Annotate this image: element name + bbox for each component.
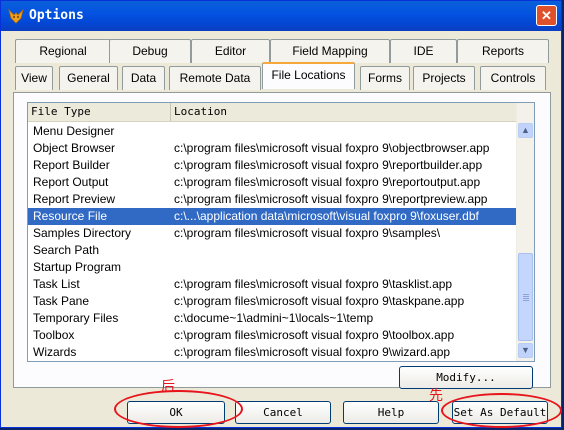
list-item[interactable]: Object Browser c:\program files\microsoft… bbox=[28, 140, 518, 157]
file-type-cell: Report Output bbox=[33, 175, 109, 189]
location-cell: c:\program files\microsoft visual foxpro… bbox=[174, 328, 455, 342]
help-button[interactable]: Help bbox=[343, 401, 439, 424]
tab-controls[interactable]: Controls bbox=[480, 66, 546, 90]
annotation-circle-set-default bbox=[441, 393, 562, 428]
title-bar[interactable]: Options ✕ bbox=[1, 1, 561, 31]
location-cell: c:\program files\microsoft visual foxpro… bbox=[174, 277, 453, 291]
list-item[interactable]: Task Pane c:\program files\microsoft visu… bbox=[28, 293, 518, 310]
column-header-location[interactable]: Location bbox=[171, 103, 518, 121]
vertical-scrollbar[interactable]: ▲ ▼ bbox=[516, 103, 534, 361]
location-cell: c:\program files\microsoft visual foxpro… bbox=[174, 294, 465, 308]
location-cell: c:\program files\microsoft visual foxpro… bbox=[174, 345, 451, 359]
list-item[interactable]: Temporary Files c:\docume~1\admini~1\loca… bbox=[28, 310, 518, 327]
file-type-cell: Task List bbox=[33, 277, 80, 291]
cancel-button[interactable]: Cancel bbox=[235, 401, 331, 424]
file-type-cell: Temporary Files bbox=[33, 311, 119, 325]
list-item[interactable]: Samples Directory c:\program files\micros… bbox=[28, 225, 518, 242]
list-item[interactable]: Search Path bbox=[28, 242, 518, 259]
annotation-text-first: 先 bbox=[429, 388, 443, 404]
location-cell: c:\program files\microsoft visual foxpro… bbox=[174, 158, 483, 172]
list-item[interactable]: Task List c:\program files\microsoft visu… bbox=[28, 276, 518, 293]
tab-ide[interactable]: IDE bbox=[390, 39, 457, 63]
column-header-file-type[interactable]: File Type bbox=[28, 103, 171, 121]
file-type-cell: Wizards bbox=[33, 345, 77, 359]
foxpro-fox-icon bbox=[8, 8, 24, 24]
tab-data[interactable]: Data bbox=[122, 66, 165, 90]
list-item[interactable]: Startup Program bbox=[28, 259, 518, 276]
close-button[interactable]: ✕ bbox=[536, 5, 557, 26]
file-type-cell: Task Pane bbox=[33, 294, 90, 308]
location-cell: c:\...\application data\microsoft\visual… bbox=[174, 209, 479, 223]
tab-projects[interactable]: Projects bbox=[413, 66, 475, 90]
location-cell: c:\program files\microsoft visual foxpro… bbox=[174, 141, 490, 155]
tab-field-mapping[interactable]: Field Mapping bbox=[270, 39, 390, 63]
list-header: File Type Location bbox=[28, 103, 518, 122]
scroll-down-icon[interactable]: ▼ bbox=[518, 343, 533, 358]
list-item[interactable]: Report Preview c:\program files\microsoft… bbox=[28, 191, 518, 208]
list-item[interactable]: Menu Designer bbox=[28, 123, 518, 140]
location-cell: c:\program files\microsoft visual foxpro… bbox=[174, 226, 441, 240]
tab-debug[interactable]: Debug bbox=[109, 39, 191, 63]
file-locations-list[interactable]: File Type Location Menu Designer Object B… bbox=[27, 102, 535, 362]
tab-file-locations[interactable]: File Locations bbox=[262, 62, 355, 89]
tab-forms[interactable]: Forms bbox=[360, 66, 410, 90]
window-title: Options bbox=[29, 8, 84, 23]
list-item[interactable]: Wizards c:\program files\microsoft visual… bbox=[28, 344, 518, 361]
options-dialog: Options ✕ Regional Debug Editor Field Mappi… bbox=[0, 0, 562, 428]
file-type-cell: Menu Designer bbox=[33, 124, 115, 138]
list-item-selected[interactable]: Resource File c:\...\application data\mic… bbox=[28, 208, 518, 225]
file-type-cell: Report Preview bbox=[33, 192, 116, 206]
scroll-up-icon[interactable]: ▲ bbox=[518, 123, 533, 138]
annotation-circle-ok bbox=[114, 390, 243, 428]
file-type-cell: Report Builder bbox=[33, 158, 110, 172]
scroll-thumb[interactable] bbox=[518, 253, 533, 341]
file-type-cell: Search Path bbox=[33, 243, 100, 257]
file-type-cell: Samples Directory bbox=[33, 226, 132, 240]
location-cell: c:\program files\microsoft visual foxpro… bbox=[174, 192, 488, 206]
modify-button[interactable]: Modify... bbox=[399, 366, 533, 389]
file-type-cell: Toolbox bbox=[33, 328, 75, 342]
annotation-text-after: 后 bbox=[161, 379, 175, 395]
tab-editor[interactable]: Editor bbox=[191, 39, 270, 63]
list-item[interactable]: Report Builder c:\program files\microsoft… bbox=[28, 157, 518, 174]
list-item[interactable]: Toolbox c:\program files\microsoft visual… bbox=[28, 327, 518, 344]
tab-regional[interactable]: Regional bbox=[15, 39, 111, 63]
file-type-cell: Resource File bbox=[33, 209, 108, 223]
file-type-cell: Object Browser bbox=[33, 141, 116, 155]
tab-remote-data[interactable]: Remote Data bbox=[169, 66, 261, 90]
location-cell: c:\docume~1\admini~1\locals~1\temp bbox=[174, 311, 374, 325]
tab-view[interactable]: View bbox=[15, 66, 53, 90]
location-cell: c:\program files\microsoft visual foxpro… bbox=[174, 175, 481, 189]
tab-reports[interactable]: Reports bbox=[457, 39, 549, 63]
file-type-cell: Startup Program bbox=[33, 260, 122, 274]
list-item[interactable]: Report Output c:\program files\microsoft … bbox=[28, 174, 518, 191]
close-icon: ✕ bbox=[541, 8, 552, 23]
tab-general[interactable]: General bbox=[59, 66, 118, 90]
